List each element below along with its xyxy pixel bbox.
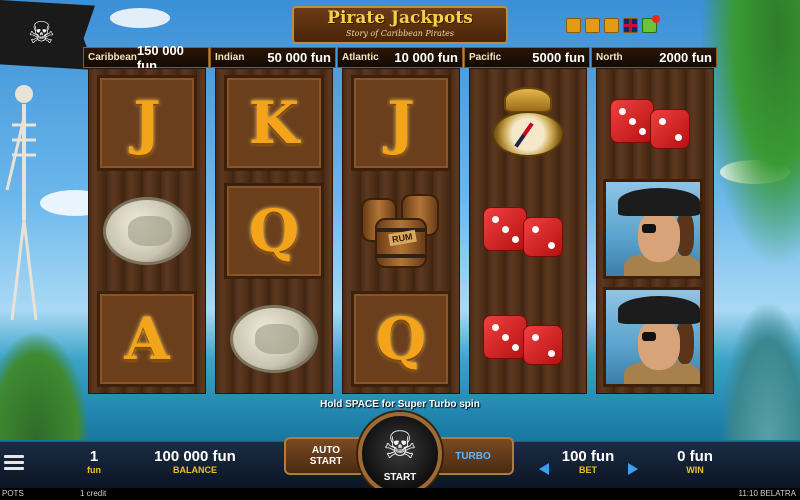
notification-badge — [652, 15, 660, 23]
bet-increase-arrow-icon[interactable] — [628, 463, 638, 475]
pirate-symbol-icon — [603, 179, 703, 279]
compass-body — [492, 111, 564, 157]
win-value: 0 fun — [677, 448, 713, 465]
reel-5 — [596, 68, 714, 394]
menu-hamburger-icon[interactable] — [4, 455, 24, 473]
dice-symbol-icon — [483, 193, 573, 269]
reel-4 — [469, 68, 587, 394]
cloud — [110, 8, 170, 28]
reel-3: J RUM Q — [342, 68, 460, 394]
skull-crossbones-icon: ☠ — [382, 423, 418, 467]
coin-face — [128, 216, 172, 246]
skeleton-icon — [5, 85, 38, 321]
symbol-cell — [224, 291, 324, 387]
lines-display: 1 fun — [74, 448, 114, 476]
compass-lid — [504, 87, 552, 113]
bet-value: 100 fun — [561, 448, 615, 465]
status-bar: POTS 1 credit 11:10 BELATRA — [0, 488, 800, 500]
dice-symbol-icon — [610, 85, 700, 161]
reel-1: J A — [88, 68, 206, 394]
symbol-cell — [605, 75, 705, 171]
home-icon[interactable] — [566, 18, 581, 33]
status-credit: 1 credit — [80, 489, 107, 498]
symbol-cell: J — [351, 75, 451, 171]
rum-barrels-icon: RUM — [359, 192, 443, 270]
jackpot-value: 10 000 fun — [394, 50, 458, 65]
jackpot-name: Indian — [215, 52, 245, 63]
jackpot-name: Caribbean — [88, 52, 137, 63]
status-clock-brand: 11:10 BELATRA — [738, 489, 796, 498]
symbol-cell: J — [97, 75, 197, 171]
sound-icon[interactable] — [585, 18, 600, 33]
symbol-cell — [478, 75, 578, 171]
coin-symbol-icon — [103, 197, 191, 265]
balance-display: 100 000 fun BALANCE — [140, 448, 250, 476]
game-title: Pirate Jackpots — [327, 8, 473, 28]
jackpot-north: North 2000 fun — [591, 47, 717, 68]
symbol-cell — [97, 183, 197, 279]
language-flag-uk-icon[interactable] — [623, 18, 638, 33]
jackpot-indian: Indian 50 000 fun — [210, 47, 336, 68]
game-title-plate: Pirate Jackpots Story of Caribbean Pirat… — [292, 6, 508, 44]
compass-symbol-icon — [486, 85, 570, 161]
symbol-letter: Q — [248, 197, 300, 265]
symbol-cell — [478, 183, 578, 279]
jackpot-atlantic: Atlantic 10 000 fun — [337, 47, 463, 68]
auto-start-button[interactable]: AUTO START — [284, 437, 368, 475]
game-subtitle: Story of Caribbean Pirates — [345, 29, 455, 38]
pirate-symbol-icon — [603, 287, 703, 387]
jackpot-name: Atlantic — [342, 52, 379, 63]
info-icon[interactable] — [604, 18, 619, 33]
win-label: WIN — [686, 465, 704, 475]
start-button[interactable]: ☠ START — [358, 412, 442, 496]
jackpot-value: 50 000 fun — [267, 50, 331, 65]
symbol-letter: A — [124, 305, 170, 373]
symbol-cell: Q — [351, 291, 451, 387]
symbol-cell: K — [224, 75, 324, 171]
jackpot-value: 2000 fun — [659, 50, 712, 65]
auto-start-label: AUTO START — [309, 445, 343, 467]
turbo-button[interactable]: TURBO — [432, 437, 514, 475]
jackpot-name: Pacific — [469, 52, 502, 63]
status-game-name: POTS — [2, 489, 24, 498]
balance-value: 100 000 fun — [154, 448, 236, 465]
balance-label: BALANCE — [173, 465, 217, 475]
turbo-label: TURBO — [455, 450, 491, 462]
bet-decrease-arrow-icon[interactable] — [539, 463, 549, 475]
jackpot-value: 5000 fun — [532, 50, 585, 65]
lines-label: fun — [87, 465, 101, 475]
jackpot-caribbean: Caribbean 150 000 fun — [83, 43, 209, 73]
gift-icon[interactable] — [642, 15, 660, 33]
symbol-cell — [603, 287, 703, 387]
coin-face — [255, 324, 299, 354]
symbol-cell — [603, 179, 703, 279]
symbol-cell: A — [97, 291, 197, 387]
bet-label: BET — [579, 465, 597, 475]
symbol-cell — [478, 291, 578, 387]
skull-crossbones-icon: ☠ — [28, 16, 55, 51]
island-left — [0, 330, 90, 440]
symbol-letter: K — [248, 89, 300, 157]
coin-symbol-icon — [230, 305, 318, 373]
symbol-letter: J — [387, 89, 415, 157]
symbol-letter: J — [133, 89, 161, 157]
top-icon-bar — [566, 15, 660, 38]
island-right — [720, 300, 800, 440]
symbol-letter: Q — [375, 305, 427, 373]
jackpot-name: North — [596, 52, 623, 63]
jackpot-pacific: Pacific 5000 fun — [464, 47, 590, 68]
start-label: START — [383, 472, 417, 483]
symbol-cell: Q — [224, 183, 324, 279]
reel-2: K Q — [215, 68, 333, 394]
symbol-cell: RUM — [351, 183, 451, 279]
bet-display: 100 fun BET — [552, 448, 624, 476]
win-display: 0 fun WIN — [660, 448, 730, 476]
lines-value: 1 — [89, 448, 99, 465]
dice-symbol-icon — [483, 301, 573, 377]
turbo-hint-text: Hold SPACE for Super Turbo spin — [320, 399, 480, 410]
